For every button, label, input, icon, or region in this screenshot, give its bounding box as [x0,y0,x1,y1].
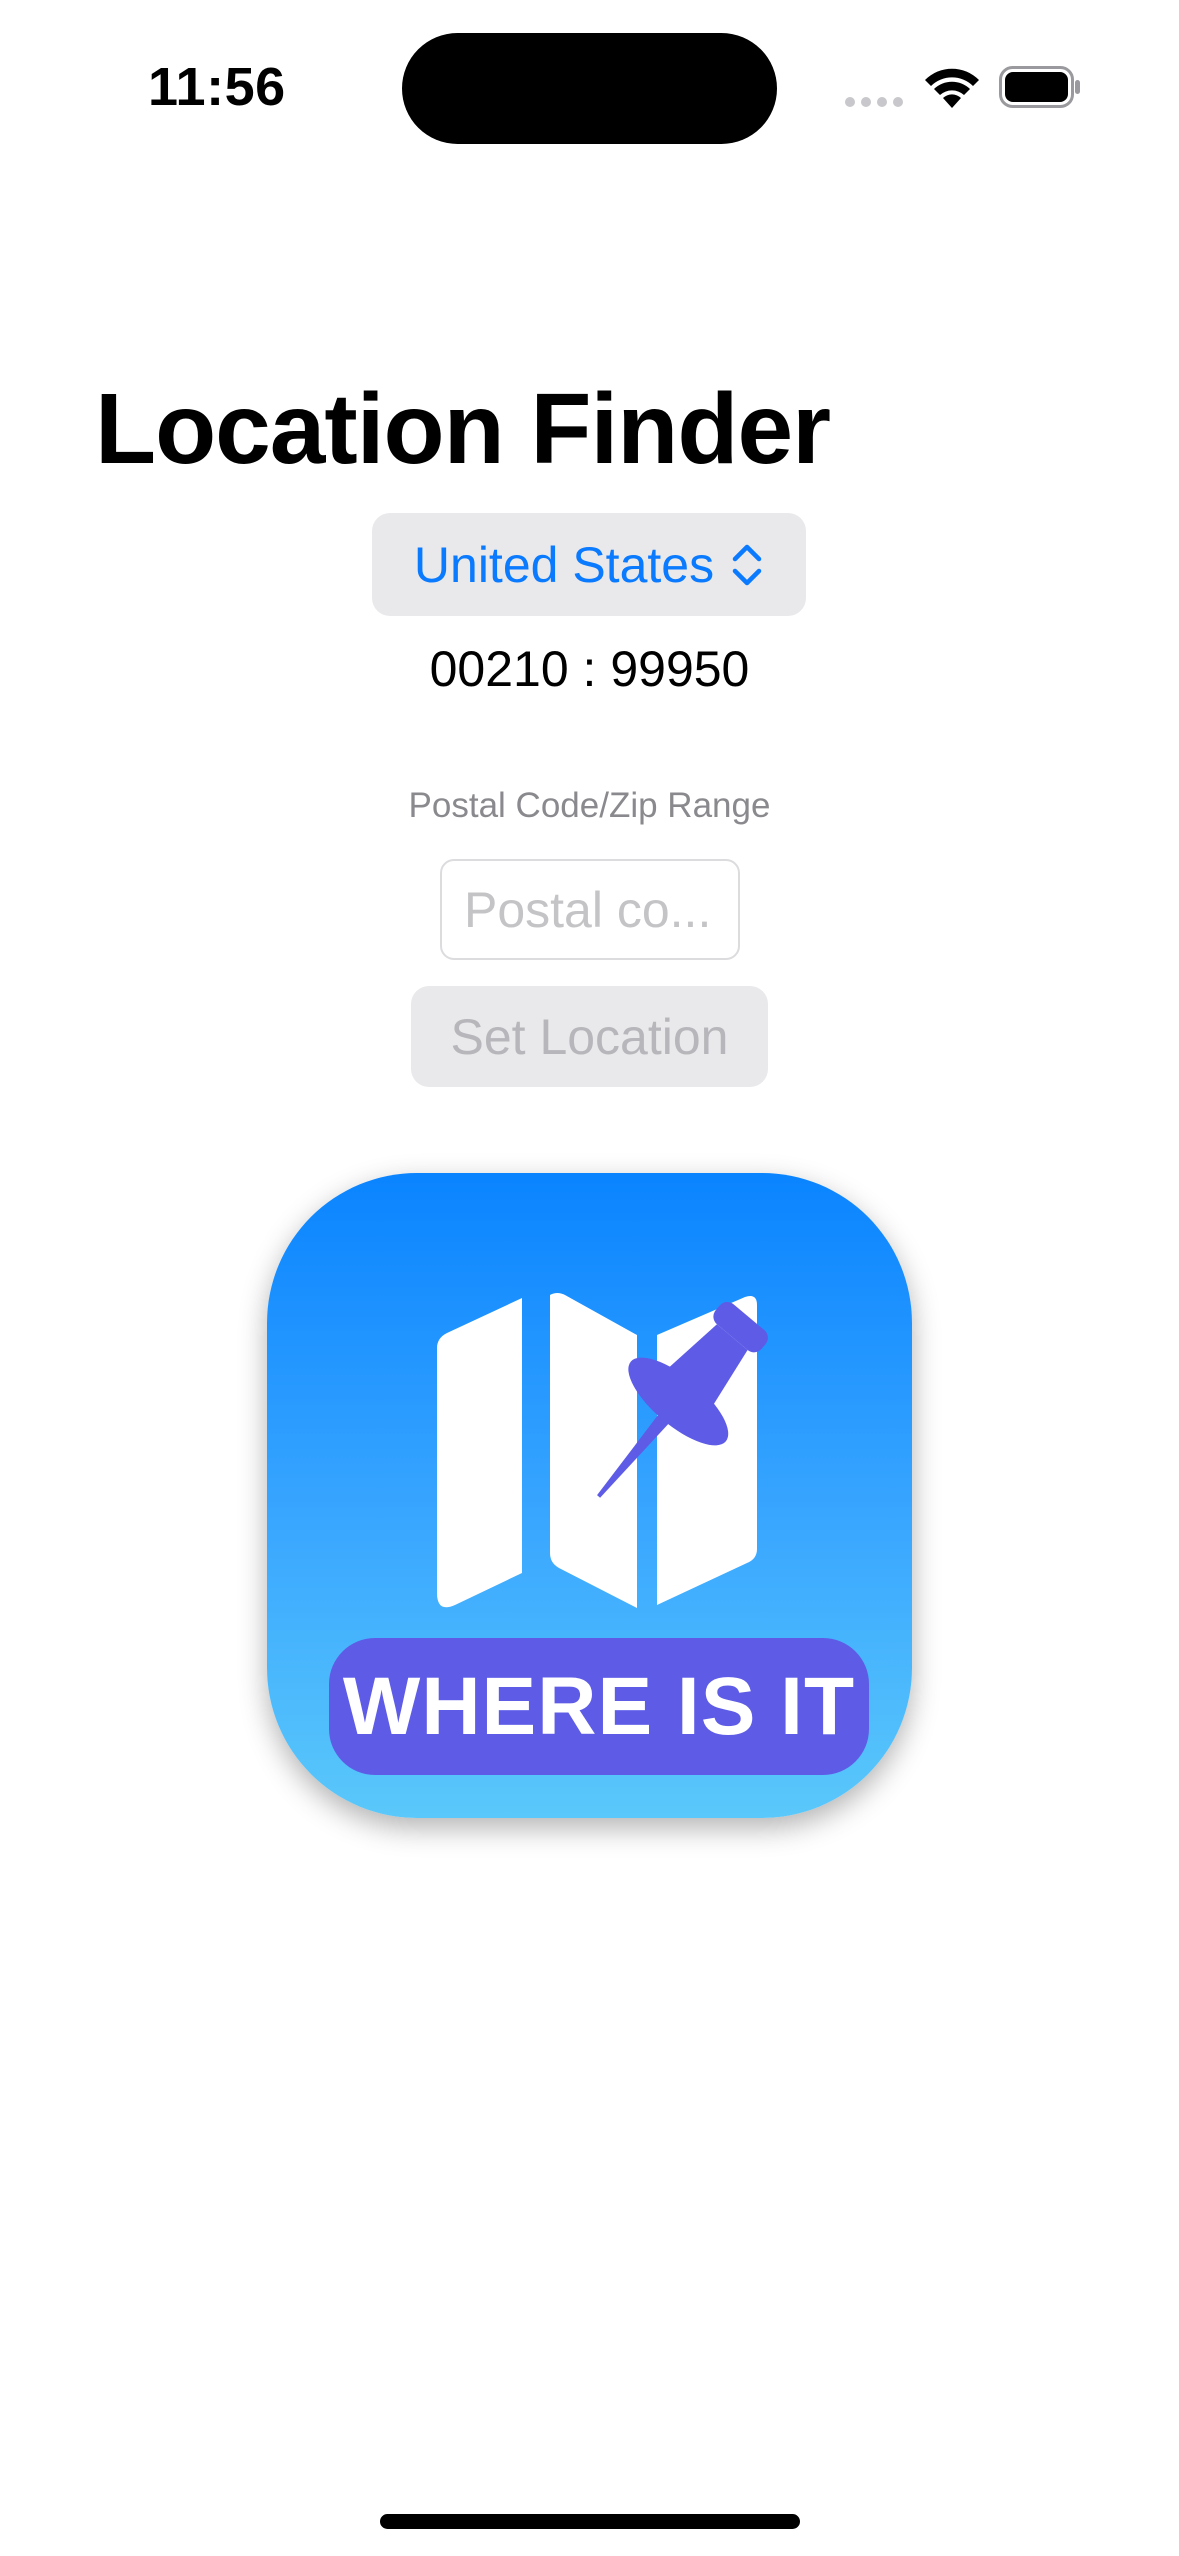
country-picker-label: United States [413,536,715,593]
postal-code-label: Postal Code/Zip Range [408,786,771,825]
battery-icon [999,66,1080,108]
page-title: Location Finder [95,373,831,485]
country-picker[interactable]: United States [372,513,806,616]
screen: 11:56 Location Finder United States 0021… [0,0,1179,2556]
signal-dots-icon [845,97,903,107]
wifi-icon [925,68,979,108]
postal-code-input[interactable] [440,859,740,960]
dynamic-island [402,33,777,144]
app-icon-banner-text: WHERE IS IT [342,1660,856,1752]
zip-range-value: 00210 : 99950 [429,641,750,697]
app-icon-image: WHERE IS IT [267,1173,912,1818]
chevron-updown-icon [732,544,762,585]
status-time: 11:56 [148,57,286,117]
home-indicator[interactable] [380,2514,800,2529]
set-location-button[interactable]: Set Location [411,986,768,1087]
app-icon-banner: WHERE IS IT [329,1638,869,1775]
